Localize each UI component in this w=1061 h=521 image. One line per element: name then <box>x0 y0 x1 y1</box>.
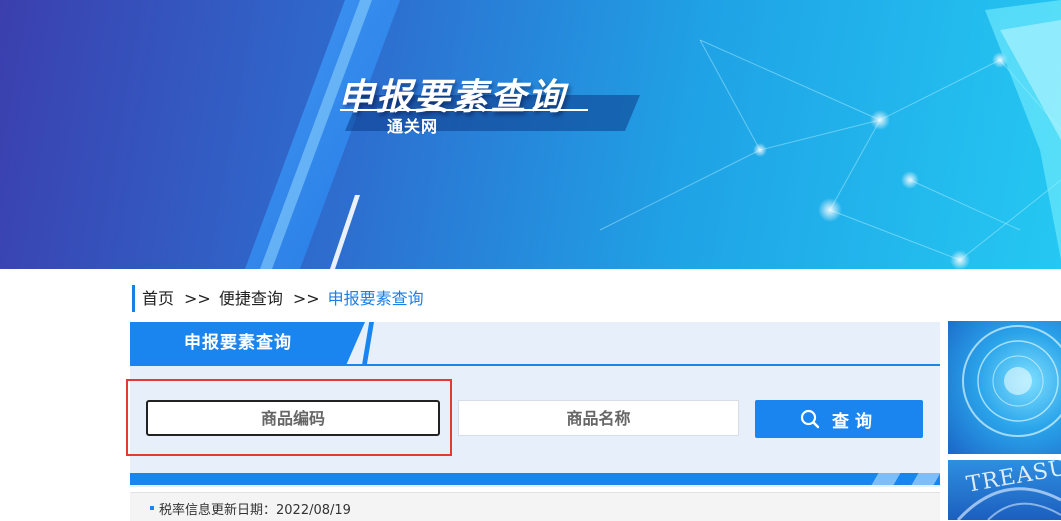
commodity-code-input[interactable] <box>146 400 440 436</box>
commodity-name-input[interactable] <box>458 400 739 436</box>
side-ad-image-2[interactable]: TREASU <box>948 460 1061 520</box>
panel-bottom-bar <box>130 473 940 485</box>
query-panel: 申报要素查询 查询 <box>130 322 941 487</box>
panel-tab-decoration <box>362 322 374 365</box>
panel-header-divider <box>130 364 940 366</box>
side-ad-graphic <box>962 325 1061 437</box>
breadcrumb-quick-query-link[interactable]: 便捷查询 <box>219 289 283 308</box>
banner-title: 申报要素查询 <box>338 77 567 118</box>
breadcrumb-current: 申报要素查询 <box>327 289 424 308</box>
rate-update-text: 税率信息更新日期：2022/08/19 <box>159 503 351 518</box>
panel-title: 申报要素查询 <box>184 333 292 353</box>
rate-update-info: 税率信息更新日期：2022/08/19 <box>130 492 940 521</box>
banner-background-graphic <box>245 0 1061 269</box>
banner-title-underline <box>340 109 588 111</box>
banner-subtitle: 通关网 <box>387 117 439 136</box>
search-icon <box>800 409 820 429</box>
breadcrumb-separator: >> <box>292 289 320 308</box>
side-ad-image-1[interactable] <box>948 321 1061 454</box>
search-button-label: 查询 <box>832 411 878 432</box>
header-banner: 申报要素查询 通关网 <box>0 0 1061 269</box>
breadcrumb: 首页 >> 便捷查询 >> 申报要素查询 <box>132 285 424 312</box>
panel-header: 申报要素查询 <box>130 322 940 366</box>
breadcrumb-home-link[interactable]: 首页 <box>142 289 174 308</box>
breadcrumb-separator: >> <box>184 289 211 308</box>
bullet-icon <box>150 506 154 510</box>
search-button[interactable]: 查询 <box>755 400 923 438</box>
